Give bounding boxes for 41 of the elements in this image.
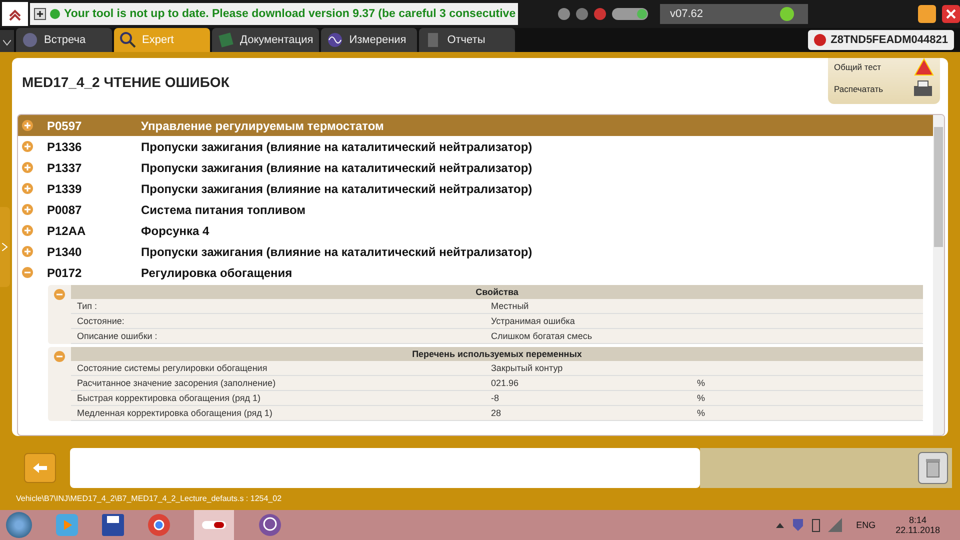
table-cell-text: Быстрая корректировка обогащения (ряд 1) xyxy=(76,392,262,405)
file-path: Vehicle\B7\INJ\MED17_4_2\B7_MED17_4_2_Lecture_defauts.s : 1254_02 xyxy=(15,493,283,503)
vehicle-id-badge[interactable]: Z8TND5FEADM044821 xyxy=(808,30,954,50)
table-cell-text: Закрытый контур xyxy=(491,362,564,375)
fault-row[interactable]: P0087 Система питания топливом xyxy=(18,199,933,220)
table-cell-text: Устранимая ошибка xyxy=(491,315,576,328)
table-cell: % xyxy=(697,378,706,388)
tab[interactable]: Измерения xyxy=(321,28,418,52)
action-link[interactable]: Общий тест xyxy=(834,58,934,76)
table-cell-text: Местный xyxy=(491,300,530,313)
fault-row[interactable]: P1340 Пропуски зажигания (влияние на каталитический нейтрализатор) xyxy=(18,241,933,262)
tab[interactable]: Встреча xyxy=(16,28,112,52)
page-title: MED17_4_2 ЧТЕНИЕ ОШИБОК xyxy=(21,73,230,92)
language-indicator[interactable]: ENG xyxy=(856,520,876,530)
section-header: Свойства xyxy=(71,285,923,299)
fault-row[interactable]: P12AA Форсунка 4 xyxy=(18,220,933,241)
table-cell-text: Описание ошибки : xyxy=(76,330,158,343)
clock[interactable]: 8:14 22.11.2018 xyxy=(896,515,940,535)
fault-row[interactable]: P1339 Пропуски зажигания (влияние на каталитический нейтрализатор) xyxy=(18,178,933,199)
table-cell-text: Расчитанное значение засорения (заполнение) xyxy=(76,377,277,390)
fault-row[interactable]: P1337 Пропуски зажигания (влияние на каталитический нейтрализатор) xyxy=(18,157,933,178)
table-cell: % xyxy=(697,393,706,403)
fault-row[interactable]: P0172 Регулировка обогащения xyxy=(18,262,933,283)
vehicle-id: Z8TND5FEADM044821 xyxy=(830,34,948,46)
table-cell-text: 021.96 xyxy=(491,377,520,390)
table-cell-text: Состояние: xyxy=(76,315,126,328)
table-cell: % xyxy=(697,408,706,418)
table-cell-text: Тип : xyxy=(76,300,98,313)
table-cell-text: Слишком богатая смесь xyxy=(491,330,594,343)
version-label: v07.62 xyxy=(660,4,808,24)
action-link[interactable]: Распечатать xyxy=(834,80,934,98)
fault-row[interactable]: P0597 Управление регулируемым термостатом xyxy=(18,115,933,136)
section-header: Перечень используемых переменных xyxy=(71,347,923,361)
fault-row[interactable]: P1336 Пропуски зажигания (влияние на каталитический нейтрализатор) xyxy=(18,136,933,157)
tab[interactable]: Отчеты xyxy=(419,28,516,52)
table-cell-text: -8 xyxy=(491,392,500,405)
notification-text: Your tool is not up to date. Please download version 9.37 (be careful 3 consecutive xyxy=(64,8,516,20)
table-cell-text: Медленная корректировка обогащения (ряд 1) xyxy=(76,407,274,420)
tab[interactable]: Документация xyxy=(212,28,320,52)
table-cell-text: Состояние системы регулировки обогащения xyxy=(76,362,268,375)
table-cell-text: 28 xyxy=(491,407,502,420)
